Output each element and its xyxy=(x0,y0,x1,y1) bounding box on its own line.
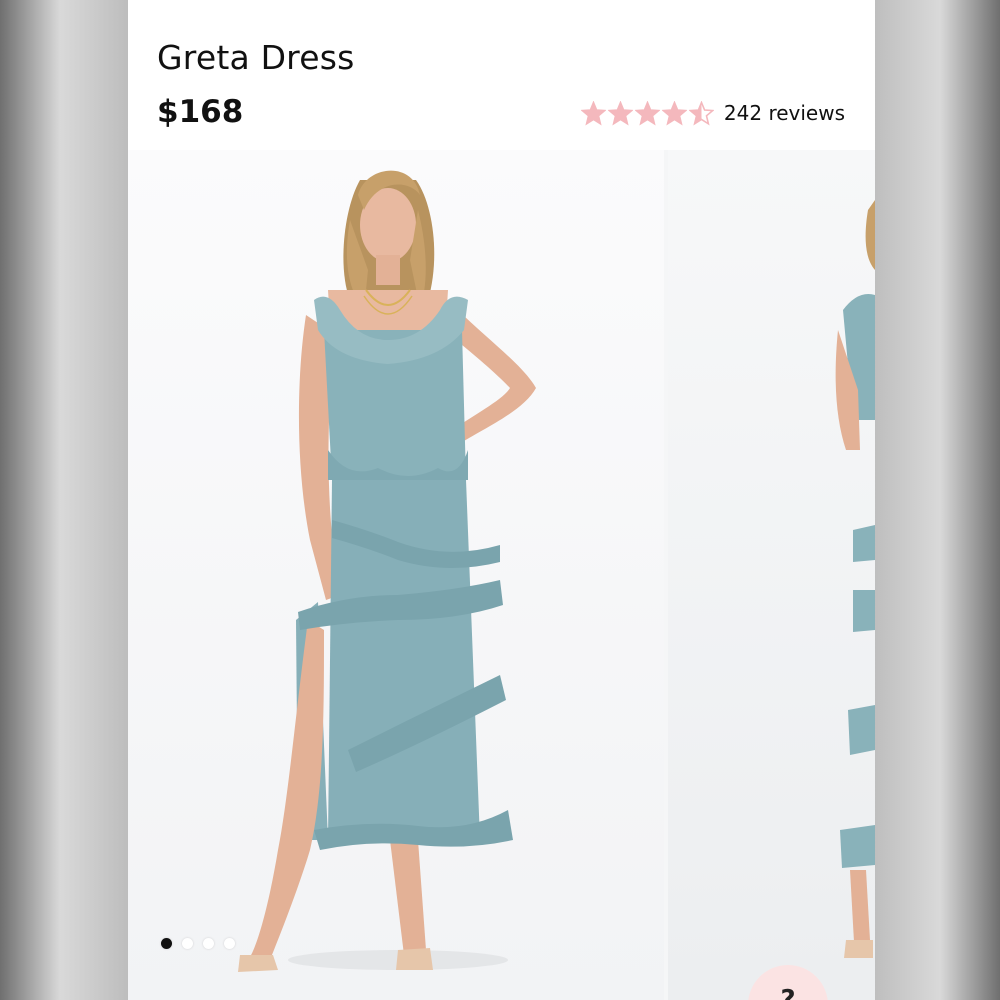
product-page: Greta Dress $168 242 reviews ? xyxy=(128,0,875,1000)
product-price: $168 xyxy=(157,94,244,130)
carousel-pagination[interactable] xyxy=(161,938,235,949)
model-in-dress-illustration xyxy=(238,170,536,972)
rating-stars xyxy=(580,99,715,126)
question-mark-icon: ? xyxy=(780,985,796,1000)
review-count-link[interactable]: 242 reviews xyxy=(724,101,845,125)
carousel-dot[interactable] xyxy=(224,938,235,949)
rating-summary[interactable]: 242 reviews xyxy=(580,98,845,128)
star-full-icon xyxy=(607,99,634,126)
product-photo-main[interactable] xyxy=(128,150,664,1000)
carousel-dot[interactable] xyxy=(161,938,172,949)
carousel-dot[interactable] xyxy=(182,938,193,949)
star-full-icon xyxy=(661,99,688,126)
star-full-icon xyxy=(580,99,607,126)
star-half-icon xyxy=(688,99,715,126)
product-title: Greta Dress xyxy=(157,38,355,77)
star-full-icon xyxy=(634,99,661,126)
product-image-gallery[interactable]: ? xyxy=(128,150,875,1000)
product-header: Greta Dress $168 242 reviews xyxy=(128,0,875,150)
model-side-view-illustration xyxy=(835,200,875,958)
carousel-dot[interactable] xyxy=(203,938,214,949)
product-photo-next[interactable] xyxy=(668,150,875,1000)
